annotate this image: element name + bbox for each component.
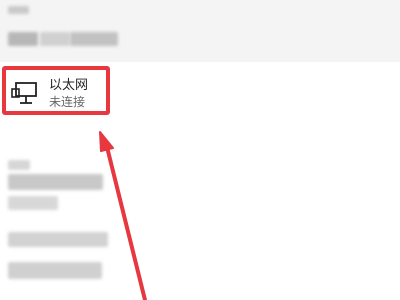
blurred-list-item <box>8 262 102 279</box>
blurred-list-item <box>8 232 108 247</box>
blurred-list-item <box>8 160 30 170</box>
blurred-top-block <box>8 6 29 14</box>
blurred-top-panel <box>0 0 400 62</box>
blurred-list-item <box>8 174 103 190</box>
network-panel-screenshot: 以太网 未连接 <box>0 0 400 300</box>
blurred-list-item <box>8 196 58 210</box>
blurred-top-block <box>70 32 118 46</box>
blurred-top-block <box>8 32 38 46</box>
red-highlight-box <box>2 66 110 115</box>
blurred-top-block <box>40 32 70 46</box>
